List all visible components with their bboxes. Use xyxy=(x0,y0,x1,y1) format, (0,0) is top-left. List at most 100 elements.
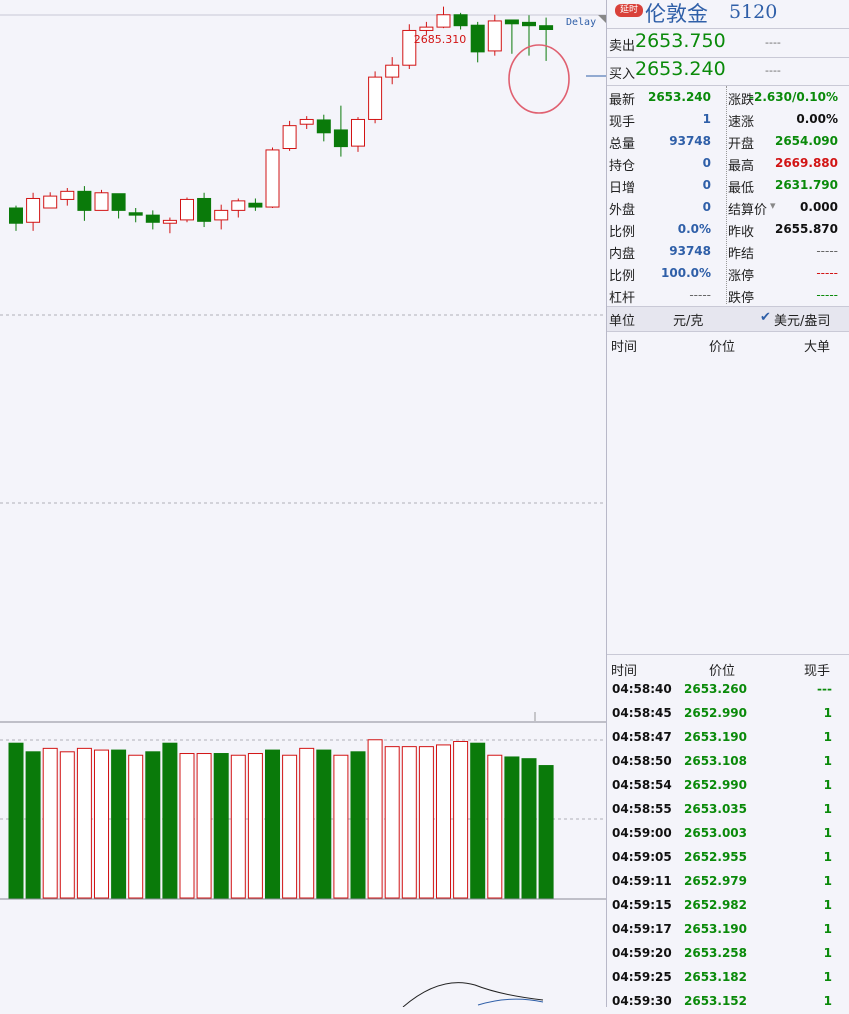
stat-row: 昨结 ----- xyxy=(726,240,838,262)
candle[interactable] xyxy=(282,120,297,151)
stat-row: 最低 2631.790 xyxy=(726,174,838,196)
sell-price: 2653.750 xyxy=(635,30,726,52)
tick-price: 2653.003 xyxy=(684,826,748,840)
candle[interactable] xyxy=(162,217,177,234)
buy-quote-row[interactable]: 买入 2653.240 ---- xyxy=(607,57,849,86)
stat-label: 昨收 xyxy=(728,225,755,240)
stat-label: 比例 xyxy=(609,269,636,284)
volume-bar xyxy=(59,751,75,899)
candle-body xyxy=(145,214,160,223)
candle[interactable] xyxy=(60,188,75,206)
stat-label: 比例 xyxy=(609,225,636,240)
buy-volume: ---- xyxy=(765,64,781,77)
tick-row: 04:59:05 2652.955 1 xyxy=(607,846,849,870)
stat-value: 0.00% xyxy=(796,112,838,126)
stat-value: 0.0% xyxy=(677,222,711,236)
tick-volume: 1 xyxy=(823,706,832,720)
stat-label: 杠杆 xyxy=(609,291,636,306)
candle[interactable] xyxy=(9,205,23,231)
candle-body xyxy=(248,202,263,208)
volume-bar xyxy=(42,747,58,899)
volume-bar xyxy=(521,758,537,899)
candle[interactable] xyxy=(487,14,502,56)
unit-option-ounce[interactable]: 美元/盎司 xyxy=(774,310,830,329)
candle-body xyxy=(77,190,92,211)
candle-body xyxy=(282,125,297,149)
tick-volume: 1 xyxy=(823,874,832,888)
tick-volume: 1 xyxy=(823,826,832,840)
big-orders-big-header: 大单 xyxy=(804,340,831,355)
stat-label: 最新 xyxy=(609,93,636,108)
candle[interactable] xyxy=(43,192,58,209)
candle[interactable] xyxy=(385,57,400,85)
candle[interactable] xyxy=(231,198,246,218)
candle[interactable] xyxy=(214,204,229,230)
stat-row: 总量 93748 xyxy=(607,130,711,152)
candle[interactable] xyxy=(77,186,92,221)
tick-row: 04:59:17 2653.190 1 xyxy=(607,918,849,942)
tick-row: 04:59:15 2652.982 1 xyxy=(607,894,849,918)
stats-grid: 最新 2653.240 现手 1 总量 93748 持仓 0 日增 0 外盘 0 比例 0.0% 内盘 937… xyxy=(607,84,849,307)
volume-bar xyxy=(76,747,92,899)
stat-label: 涨停 xyxy=(728,269,755,284)
tick-price: 2653.260 xyxy=(684,682,748,696)
candle[interactable] xyxy=(265,147,280,208)
candle[interactable] xyxy=(470,21,485,63)
candle[interactable] xyxy=(111,193,126,219)
candle[interactable] xyxy=(453,12,468,30)
candle-body xyxy=(453,14,468,27)
tick-volume: 1 xyxy=(823,946,832,960)
tick-price: 2652.979 xyxy=(684,874,748,888)
candle[interactable] xyxy=(248,198,263,211)
candle[interactable] xyxy=(436,6,451,29)
stat-label: 总量 xyxy=(609,137,636,152)
candle-body xyxy=(214,209,229,221)
candle-body xyxy=(504,19,519,25)
volume-bar xyxy=(299,747,315,899)
ticks-divider xyxy=(607,654,849,655)
ticks-time-header: 时间 xyxy=(611,664,638,679)
stat-row: 比例 0.0% xyxy=(607,218,711,240)
stat-label: 跌停 xyxy=(728,291,755,306)
candle[interactable] xyxy=(145,210,160,230)
candle[interactable] xyxy=(128,208,143,223)
tick-time: 04:59:15 xyxy=(612,898,672,912)
symbol-header: 延时 伦敦金 5120 xyxy=(607,0,849,29)
stat-label: 最低 xyxy=(728,181,755,196)
tick-time: 04:59:11 xyxy=(612,874,672,888)
stat-value: -2.630/0.10% xyxy=(749,90,838,104)
tick-row: 04:59:11 2652.979 1 xyxy=(607,870,849,894)
tick-volume: 1 xyxy=(823,922,832,936)
candlestick-chart[interactable]: 2685.310 xyxy=(0,0,606,1007)
candle[interactable] xyxy=(316,114,331,142)
tick-row: 04:58:45 2652.990 1 xyxy=(607,702,849,726)
candle[interactable] xyxy=(197,192,212,228)
candle[interactable] xyxy=(94,189,109,211)
candle[interactable] xyxy=(539,17,554,61)
stat-row: 杠杆 ----- xyxy=(607,284,711,306)
indicator-curve xyxy=(402,982,544,1007)
volume-bar xyxy=(128,754,144,899)
candle[interactable] xyxy=(26,192,41,231)
symbol-code[interactable]: 5120 xyxy=(729,1,777,23)
candle[interactable] xyxy=(402,24,417,70)
stat-value: 2655.870 xyxy=(774,222,838,236)
big-orders-header: 时间 价位 大单 xyxy=(607,333,849,355)
candle[interactable] xyxy=(504,19,519,54)
candle[interactable] xyxy=(351,117,365,152)
stat-value: 100.0% xyxy=(661,266,711,280)
candle[interactable] xyxy=(333,105,348,157)
symbol-name[interactable]: 伦敦金 xyxy=(645,0,708,28)
candle[interactable] xyxy=(368,71,383,124)
stat-row: 最高 2669.880 xyxy=(726,152,838,174)
dropdown-arrow-icon[interactable]: ▾ xyxy=(770,199,776,212)
volume-bar xyxy=(418,746,434,899)
sell-quote-row[interactable]: 卖出 2653.750 ---- xyxy=(607,29,849,58)
candle-body xyxy=(368,76,383,120)
candle[interactable] xyxy=(299,116,314,129)
candle-body xyxy=(162,219,177,224)
candle[interactable] xyxy=(180,197,194,223)
tick-row: 04:59:00 2653.003 1 xyxy=(607,822,849,846)
unit-option-gram[interactable]: 元/克 xyxy=(673,310,703,329)
tick-row: 04:58:55 2653.035 1 xyxy=(607,798,849,822)
